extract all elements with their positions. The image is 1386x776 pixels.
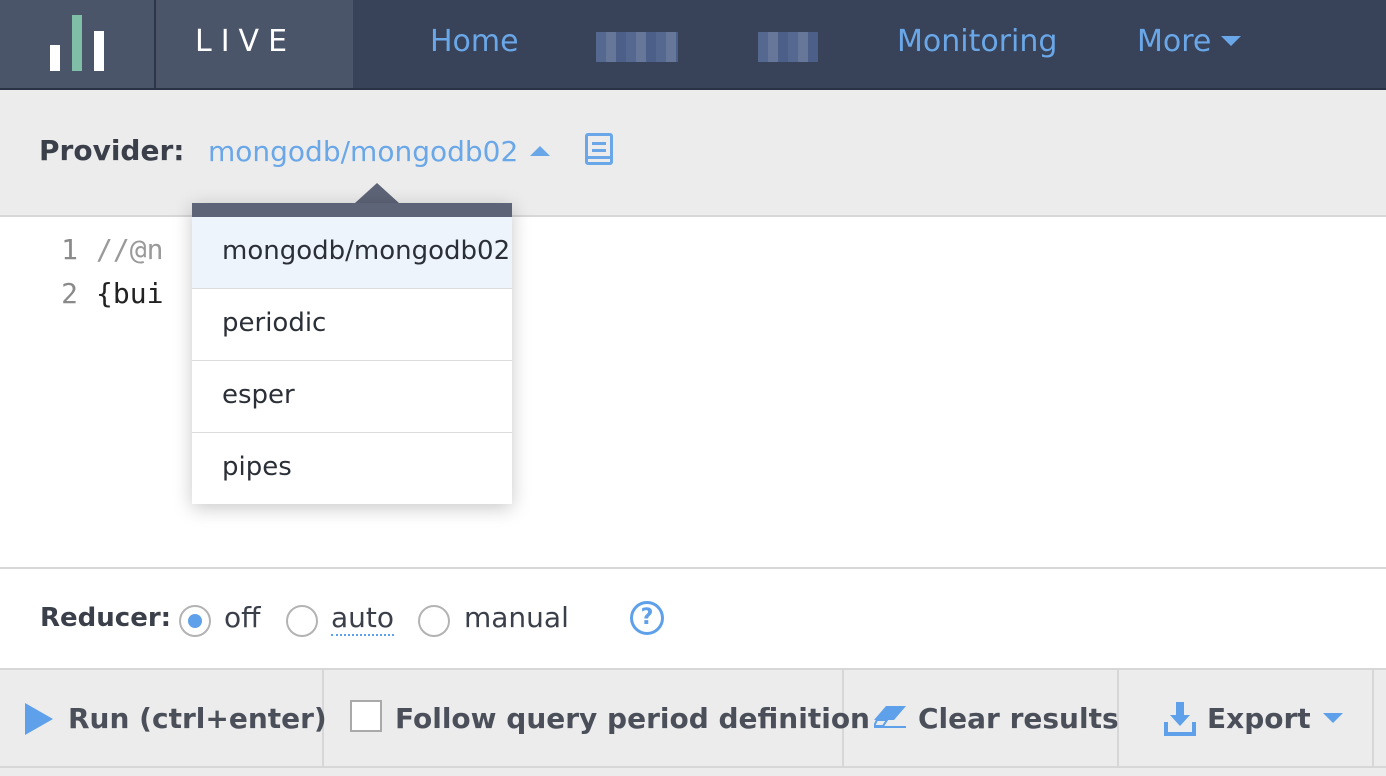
chevron-up-icon xyxy=(530,146,551,156)
export-button[interactable]: Export xyxy=(1119,670,1374,768)
code-line[interactable]: 2 {bui xyxy=(0,277,163,317)
reducer-radio-manual[interactable] xyxy=(418,605,450,637)
nav-more[interactable]: More xyxy=(1137,24,1242,59)
code-text: //@n xyxy=(96,233,164,266)
reducer-radio-off[interactable] xyxy=(179,605,211,637)
follow-query-checkbox[interactable] xyxy=(350,700,382,732)
reducer-row: Reducer: off auto manual ? xyxy=(0,569,1386,670)
logo-bar xyxy=(50,45,60,71)
provider-option[interactable]: pipes xyxy=(192,433,512,505)
play-icon xyxy=(25,703,53,735)
logo-bar xyxy=(72,15,82,71)
brand[interactable]: LIVE xyxy=(156,0,353,88)
nav-item-redacted[interactable] xyxy=(596,32,678,62)
doc-line xyxy=(592,142,606,145)
provider-option[interactable]: mongodb/mongodb02 xyxy=(192,217,512,289)
action-bar: Run (ctrl+enter) Follow query period def… xyxy=(0,670,1386,768)
eraser-icon xyxy=(874,706,906,728)
chevron-down-icon xyxy=(1221,35,1242,46)
reducer-option-label[interactable]: auto xyxy=(331,601,395,636)
app-logo[interactable] xyxy=(0,0,156,88)
export-label: Export xyxy=(1207,702,1343,735)
provider-selected-value: mongodb/mongodb02 xyxy=(208,135,519,168)
documentation-icon[interactable] xyxy=(585,133,613,165)
provider-option[interactable]: esper xyxy=(192,361,512,433)
reducer-label: Reducer: xyxy=(40,603,172,633)
nav-more-label: More xyxy=(1137,24,1212,59)
run-label: Run (ctrl+enter) xyxy=(68,702,327,735)
run-button[interactable]: Run (ctrl+enter) xyxy=(0,670,327,768)
chevron-down-icon xyxy=(1322,713,1343,723)
code-text: {bui xyxy=(96,277,164,310)
help-icon[interactable]: ? xyxy=(630,601,664,635)
brand-name: LIVE xyxy=(195,24,297,59)
nav-monitoring[interactable]: Monitoring xyxy=(897,24,1057,59)
logo-bar xyxy=(94,31,104,71)
code-line[interactable]: 1 //@n xyxy=(0,233,163,273)
provider-select[interactable]: mongodb/mongodb02 xyxy=(208,135,551,168)
provider-row: Provider: mongodb/mongodb02 xyxy=(0,90,1386,217)
provider-option[interactable]: periodic xyxy=(192,289,512,361)
reducer-radio-auto[interactable] xyxy=(286,605,318,637)
line-number: 2 xyxy=(61,277,78,310)
line-number: 1 xyxy=(61,233,78,266)
follow-query-label: Follow query period definition xyxy=(395,702,870,735)
follow-query-period-toggle[interactable]: Follow query period definition xyxy=(324,670,870,768)
provider-dropdown: mongodb/mongodb02 periodic esper pipes xyxy=(192,203,512,504)
clear-results-label: Clear results xyxy=(918,702,1119,735)
clear-results-button[interactable]: Clear results xyxy=(844,670,1119,768)
nav-item-redacted[interactable] xyxy=(758,32,818,62)
doc-line xyxy=(592,149,606,152)
reducer-option-label[interactable]: off xyxy=(224,601,260,634)
download-icon xyxy=(1164,702,1196,736)
doc-line xyxy=(588,156,610,159)
dropdown-pointer xyxy=(355,183,399,203)
reducer-option-label[interactable]: manual xyxy=(464,601,569,634)
top-nav: LIVE Home Monitoring More xyxy=(0,0,1386,90)
export-text: Export xyxy=(1207,702,1311,735)
provider-label: Provider: xyxy=(39,134,185,167)
nav-home[interactable]: Home xyxy=(430,24,519,59)
